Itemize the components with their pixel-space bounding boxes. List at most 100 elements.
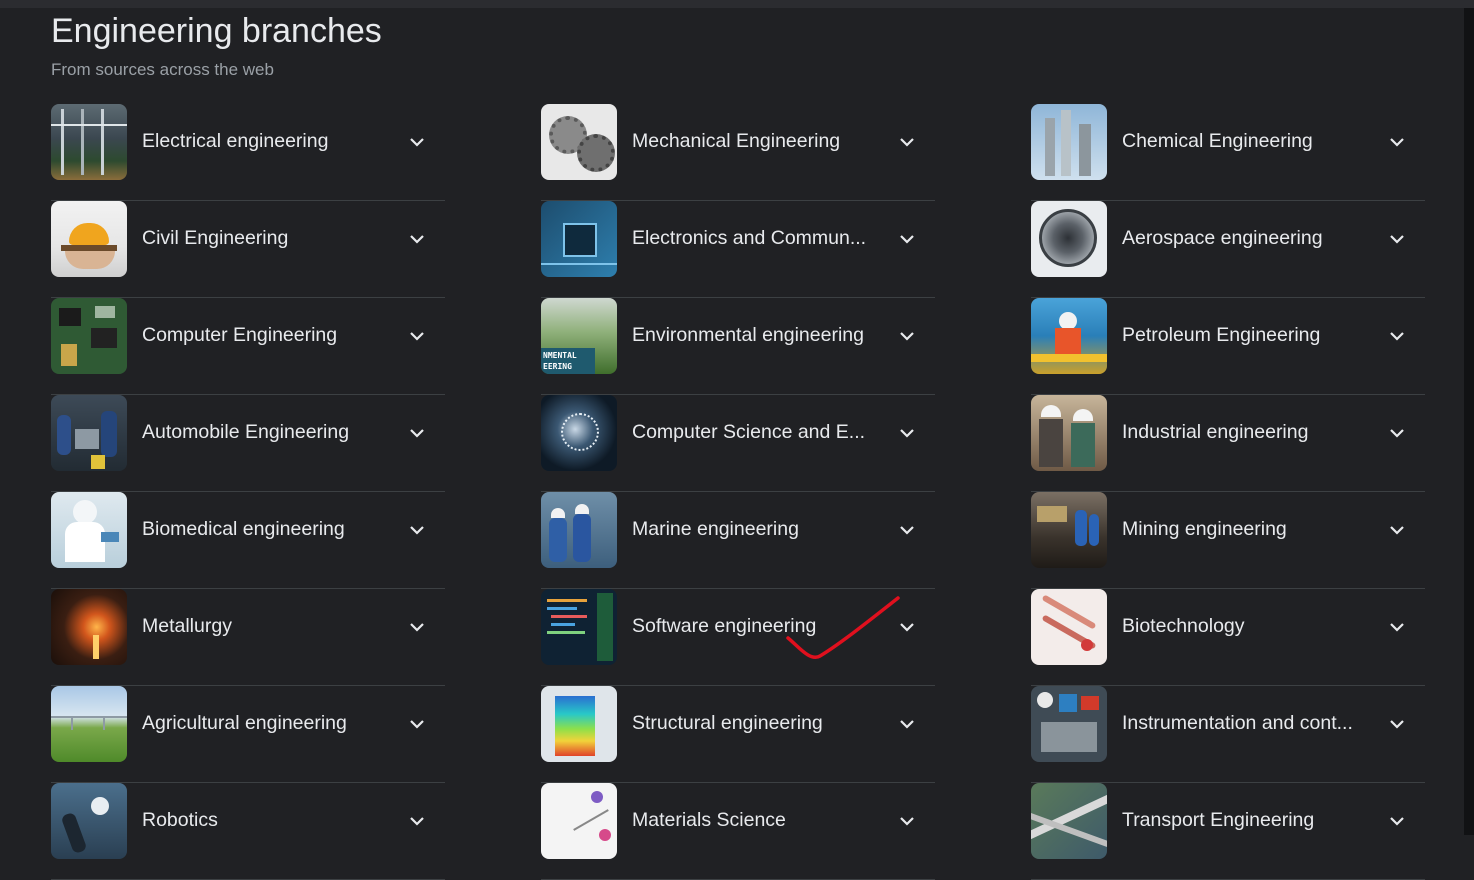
cse-thumbnail	[541, 395, 617, 471]
branch-item-mining[interactable]: Mining engineering	[1031, 492, 1425, 589]
branch-label: Materials Science	[632, 809, 786, 831]
branch-label: Instrumentation and cont...	[1122, 712, 1353, 734]
mining-thumbnail	[1031, 492, 1107, 568]
chevron-down-icon[interactable]	[407, 617, 427, 637]
chevron-down-icon[interactable]	[1387, 326, 1407, 346]
window-edge	[1464, 8, 1474, 835]
branch-label: Mining engineering	[1122, 518, 1287, 540]
branch-item-metallurgy[interactable]: Metallurgy	[51, 589, 445, 686]
chevron-down-icon[interactable]	[897, 423, 917, 443]
branch-item-computer[interactable]: Computer Engineering	[51, 298, 445, 395]
branch-label: Mechanical Engineering	[632, 130, 841, 152]
chevron-down-icon[interactable]	[407, 520, 427, 540]
materials-thumbnail	[541, 783, 617, 859]
computer-thumbnail	[51, 298, 127, 374]
branches-column-2: Mechanical Engineering Electronics and C…	[541, 104, 935, 880]
branch-item-petroleum[interactable]: Petroleum Engineering	[1031, 298, 1425, 395]
branch-label: Computer Engineering	[142, 324, 338, 346]
branches-column-1: Electrical engineering Civil Engineering…	[51, 104, 445, 880]
metallurgy-thumbnail	[51, 589, 127, 665]
electronics-thumbnail	[541, 201, 617, 277]
branch-label: Environmental engineering	[632, 324, 864, 346]
chevron-down-icon[interactable]	[1387, 714, 1407, 734]
biomedical-thumbnail	[51, 492, 127, 568]
structural-thumbnail	[541, 686, 617, 762]
branch-label: Robotics	[142, 809, 218, 831]
branch-item-structural[interactable]: Structural engineering	[541, 686, 935, 783]
software-thumbnail	[541, 589, 617, 665]
branch-item-aerospace[interactable]: Aerospace engineering	[1031, 201, 1425, 298]
environmental-thumb-caption: NMENTAL EERING	[541, 348, 595, 374]
branch-item-marine[interactable]: Marine engineering	[541, 492, 935, 589]
branch-label: Automobile Engineering	[142, 421, 350, 443]
chemical-thumbnail	[1031, 104, 1107, 180]
chevron-down-icon[interactable]	[1387, 423, 1407, 443]
branch-item-civil[interactable]: Civil Engineering	[51, 201, 445, 298]
branch-item-electrical[interactable]: Electrical engineering	[51, 104, 445, 201]
branch-label: Marine engineering	[632, 518, 799, 540]
chevron-down-icon[interactable]	[407, 423, 427, 443]
chevron-down-icon[interactable]	[1387, 132, 1407, 152]
chevron-down-icon[interactable]	[897, 132, 917, 152]
aerospace-thumbnail	[1031, 201, 1107, 277]
electrical-thumbnail	[51, 104, 127, 180]
chevron-down-icon[interactable]	[897, 326, 917, 346]
transport-thumbnail	[1031, 783, 1107, 859]
branch-label: Petroleum Engineering	[1122, 324, 1321, 346]
branch-label: Transport Engineering	[1122, 809, 1315, 831]
top-bar	[0, 0, 1474, 8]
chevron-down-icon[interactable]	[1387, 617, 1407, 637]
automobile-thumbnail	[51, 395, 127, 471]
branch-label: Aerospace engineering	[1122, 227, 1323, 249]
branch-label: Electronics and Commun...	[632, 227, 867, 249]
branch-item-automobile[interactable]: Automobile Engineering	[51, 395, 445, 492]
industrial-thumbnail	[1031, 395, 1107, 471]
branch-label: Biotechnology	[1122, 615, 1245, 637]
branch-label: Civil Engineering	[142, 227, 289, 249]
branch-item-mechanical[interactable]: Mechanical Engineering	[541, 104, 935, 201]
branches-column-3: Chemical Engineering Aerospace engineeri…	[1031, 104, 1425, 880]
chevron-down-icon[interactable]	[1387, 229, 1407, 249]
mechanical-thumbnail	[541, 104, 617, 180]
page-subtitle: From sources across the web	[51, 60, 274, 79]
chevron-down-icon[interactable]	[897, 811, 917, 831]
environmental-thumbnail: NMENTAL EERING	[541, 298, 617, 374]
branch-label: Biomedical engineering	[142, 518, 345, 540]
branch-item-environmental[interactable]: NMENTAL EERING Environmental engineering	[541, 298, 935, 395]
branch-label: Computer Science and E...	[632, 421, 866, 443]
biotechnology-thumbnail	[1031, 589, 1107, 665]
branch-item-cse[interactable]: Computer Science and E...	[541, 395, 935, 492]
branch-item-agricultural[interactable]: Agricultural engineering	[51, 686, 445, 783]
branch-item-industrial[interactable]: Industrial engineering	[1031, 395, 1425, 492]
chevron-down-icon[interactable]	[897, 520, 917, 540]
branch-label: Chemical Engineering	[1122, 130, 1313, 152]
chevron-down-icon[interactable]	[1387, 520, 1407, 540]
branch-label: Electrical engineering	[142, 130, 329, 152]
branch-label: Industrial engineering	[1122, 421, 1309, 443]
branch-label: Agricultural engineering	[142, 712, 347, 734]
checkmark-annotation-icon	[786, 596, 900, 660]
branch-item-biomedical[interactable]: Biomedical engineering	[51, 492, 445, 589]
branch-item-instrumentation[interactable]: Instrumentation and cont...	[1031, 686, 1425, 783]
chevron-down-icon[interactable]	[407, 811, 427, 831]
branch-label: Structural engineering	[632, 712, 823, 734]
chevron-down-icon[interactable]	[897, 714, 917, 734]
chevron-down-icon[interactable]	[407, 714, 427, 734]
chevron-down-icon[interactable]	[897, 229, 917, 249]
branch-item-robotics[interactable]: Robotics	[51, 783, 445, 880]
branch-label: Metallurgy	[142, 615, 232, 637]
chevron-down-icon[interactable]	[407, 132, 427, 152]
chevron-down-icon[interactable]	[407, 326, 427, 346]
robotics-thumbnail	[51, 783, 127, 859]
branch-item-electronics[interactable]: Electronics and Commun...	[541, 201, 935, 298]
marine-thumbnail	[541, 492, 617, 568]
agricultural-thumbnail	[51, 686, 127, 762]
petroleum-thumbnail	[1031, 298, 1107, 374]
branch-item-biotechnology[interactable]: Biotechnology	[1031, 589, 1425, 686]
branch-item-materials[interactable]: Materials Science	[541, 783, 935, 880]
branch-item-chemical[interactable]: Chemical Engineering	[1031, 104, 1425, 201]
chevron-down-icon[interactable]	[1387, 811, 1407, 831]
civil-thumbnail	[51, 201, 127, 277]
chevron-down-icon[interactable]	[407, 229, 427, 249]
branch-item-transport[interactable]: Transport Engineering	[1031, 783, 1425, 880]
